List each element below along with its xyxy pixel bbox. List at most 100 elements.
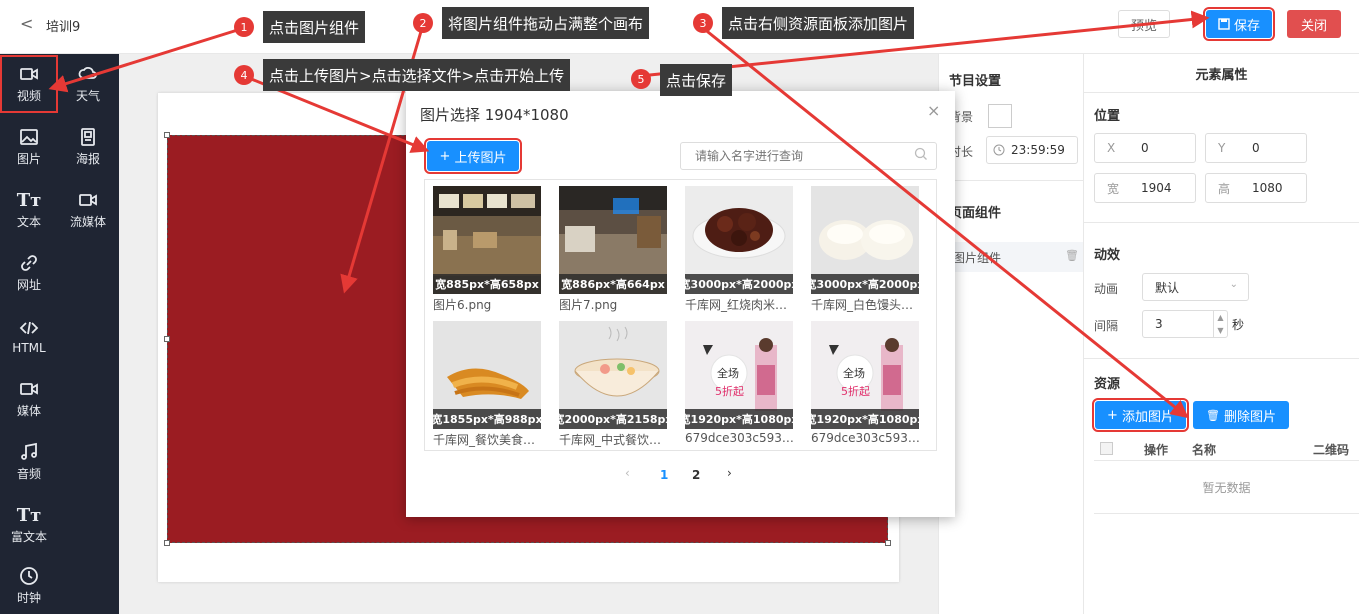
page-1[interactable]: 1	[660, 468, 668, 482]
clock-icon	[19, 566, 39, 586]
page-2[interactable]: 2	[692, 468, 700, 482]
component-list-item[interactable]: 图片组件 🗑	[939, 242, 1083, 272]
step-tip: 将图片组件拖动占满整个画布	[442, 7, 650, 39]
image-filename: 679dce303c593…	[685, 431, 794, 445]
poster-text: 全场	[843, 366, 865, 380]
sidebar-item-label: 视频	[16, 89, 41, 103]
search-input[interactable]	[680, 142, 937, 170]
plus-icon: +	[439, 148, 451, 164]
program-title: 培训9	[46, 20, 81, 35]
position-title: 位置	[1094, 109, 1121, 124]
image-filename: 图片7.png	[559, 298, 618, 312]
link-icon	[19, 253, 39, 273]
step-badge: 3	[693, 13, 713, 33]
animation-select[interactable]: 默认 ⌄	[1142, 273, 1249, 301]
animation-label: 动画	[1094, 282, 1119, 296]
components-title: 页面组件	[949, 206, 1002, 221]
sidebar-item-text[interactable]: Tт 文本	[0, 181, 58, 239]
height-value: 1080	[1252, 181, 1283, 195]
sidebar-item-clock[interactable]: 时钟	[0, 558, 58, 614]
clock-icon	[993, 144, 1005, 156]
width-value: 1904	[1141, 181, 1172, 195]
x-value: 0	[1141, 141, 1149, 155]
select-all-checkbox[interactable]	[1100, 442, 1113, 455]
image-filename: 千库网_餐饮美食…	[433, 433, 536, 447]
duration-value: 23:59:59	[1011, 143, 1065, 157]
properties-title: 元素属性	[1195, 68, 1248, 83]
sidebar-item-label: 图片	[16, 152, 41, 166]
delete-image-button[interactable]: 🗑 删除图片	[1193, 401, 1289, 429]
width-field[interactable]: 宽 1904	[1094, 173, 1196, 203]
upload-image-button[interactable]: + 上传图片	[424, 138, 522, 174]
image-thumbnail[interactable]: 宽886px*高664px	[559, 186, 667, 294]
step-tip: 点击图片组件	[263, 11, 366, 43]
chevron-down-icon: ⌄	[1229, 279, 1238, 290]
image-dimensions: 宽1855px*高988px	[433, 409, 541, 429]
resize-handle[interactable]	[164, 132, 170, 138]
x-label: X	[1107, 141, 1116, 155]
image-thumbnail[interactable]: 宽885px*高658px	[433, 186, 541, 294]
y-field[interactable]: Y0	[1205, 133, 1307, 163]
trash-icon: 🗑	[1206, 408, 1220, 422]
sidebar-item-video[interactable]: 视频	[0, 55, 58, 113]
component-name: 图片组件	[953, 250, 1002, 265]
duration-input[interactable]: 23:59:59	[986, 136, 1078, 164]
audio-icon	[19, 442, 39, 462]
resize-handle[interactable]	[164, 336, 170, 342]
sidebar-item-media[interactable]: 媒体	[0, 370, 58, 428]
image-thumbnail[interactable]: 全场 5折起 宽1920px*高1080px	[685, 321, 793, 429]
stepper-arrows-icon[interactable]: ▲ ▼	[1213, 311, 1227, 337]
sidebar-item-label: 流媒体	[69, 215, 106, 229]
height-field[interactable]: 高 1080	[1205, 173, 1307, 203]
sidebar-item-richtext[interactable]: Tт 富文本	[0, 496, 58, 554]
image-dimensions: 宽1920px*高1080px	[811, 409, 919, 429]
image-thumbnail[interactable]: 宽2000px*高2158px	[559, 321, 667, 429]
interval-unit: 秒	[1232, 318, 1245, 332]
image-thumbnail[interactable]: 宽3000px*高2000px	[685, 186, 793, 294]
image-thumbnail[interactable]: 宽3000px*高2000px	[811, 186, 919, 294]
resize-handle[interactable]	[164, 540, 170, 546]
code-icon	[19, 318, 39, 338]
close-icon[interactable]: ×	[927, 101, 940, 120]
sidebar-item-poster[interactable]: 海报	[59, 118, 117, 176]
sidebar-item-label: HTML	[12, 340, 46, 355]
resize-handle[interactable]	[885, 540, 891, 546]
width-label: 宽	[1107, 181, 1120, 196]
animation-value: 默认	[1155, 280, 1180, 295]
sidebar-item-html[interactable]: HTML	[0, 307, 58, 365]
next-page-icon[interactable]: ›	[727, 466, 732, 480]
prev-page-icon[interactable]: ‹	[625, 466, 630, 480]
background-color-picker[interactable]	[988, 104, 1012, 128]
image-thumbnail[interactable]: 宽1855px*高988px	[433, 321, 541, 429]
image-dimensions: 宽886px*高664px	[559, 274, 667, 294]
poster-text: 5折起	[841, 384, 870, 398]
trash-icon[interactable]: 🗑	[1065, 249, 1079, 262]
close-button[interactable]: 关闭	[1287, 10, 1341, 38]
step-badge: 5	[631, 69, 651, 89]
chevron-left-icon[interactable]: <	[20, 14, 33, 33]
sidebar-item-weather[interactable]: 天气	[59, 55, 117, 113]
plus-icon: +	[1107, 407, 1118, 423]
search-icon	[914, 147, 928, 165]
sidebar-item-audio[interactable]: 音频	[0, 433, 58, 491]
sidebar-item-image[interactable]: 图片	[0, 118, 58, 176]
y-label: Y	[1218, 141, 1226, 155]
resources-title: 资源	[1094, 377, 1121, 392]
add-image-button[interactable]: + 添加图片	[1092, 398, 1189, 432]
preview-button[interactable]: 预览	[1118, 10, 1170, 38]
interval-label: 间隔	[1094, 319, 1119, 333]
save-button[interactable]: 保存	[1203, 7, 1275, 41]
delete-image-label: 删除图片	[1223, 409, 1276, 425]
image-dimensions: 宽2000px*高2158px	[559, 409, 667, 429]
image-filename: 679dce303c593…	[811, 431, 920, 445]
sidebar-item-url[interactable]: 网址	[0, 244, 58, 302]
interval-stepper[interactable]: 3 ▲ ▼	[1142, 310, 1228, 338]
step-badge: 1	[234, 17, 254, 37]
empty-state: 暂无数据	[1202, 481, 1251, 495]
sidebar-item-stream[interactable]: 流媒体	[59, 181, 117, 239]
image-thumbnail[interactable]: 全场 5折起 宽1920px*高1080px	[811, 321, 919, 429]
height-label: 高	[1218, 181, 1231, 196]
image-filename: 千库网_白色馒头…	[811, 298, 914, 312]
x-field[interactable]: X0	[1094, 133, 1196, 163]
stream-icon	[78, 190, 98, 210]
